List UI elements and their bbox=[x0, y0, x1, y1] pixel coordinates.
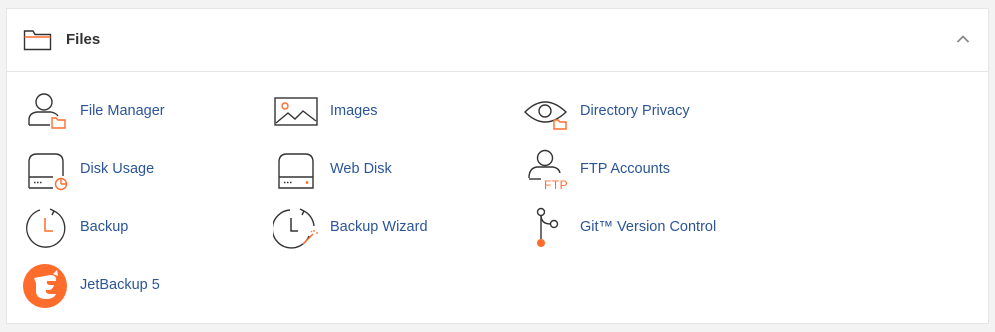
directory-privacy-icon bbox=[524, 101, 568, 130]
backup-wizard-label: Backup Wizard bbox=[330, 219, 428, 235]
file-manager-label: File Manager bbox=[80, 103, 165, 119]
git-version-control-icon bbox=[536, 207, 559, 247]
svg-text:FTP: FTP bbox=[544, 178, 568, 192]
ftp-accounts-icon: FTP bbox=[528, 149, 568, 192]
jetbackup-link[interactable]: JetBackup 5 bbox=[23, 264, 263, 308]
folder-icon bbox=[23, 30, 52, 51]
git-version-control-link[interactable]: Git™ Version Control bbox=[523, 206, 783, 250]
section-title: Files bbox=[66, 31, 101, 48]
images-icon bbox=[274, 97, 318, 126]
directory-privacy-link[interactable]: Directory Privacy bbox=[523, 90, 783, 134]
web-disk-icon bbox=[278, 153, 314, 189]
backup-link[interactable]: Backup bbox=[23, 206, 263, 250]
images-link[interactable]: Images bbox=[273, 90, 513, 134]
ftp-accounts-label: FTP Accounts bbox=[580, 161, 670, 177]
backup-icon bbox=[26, 208, 66, 248]
ftp-accounts-link[interactable]: FTP FTP Accounts bbox=[523, 148, 783, 192]
images-label: Images bbox=[330, 103, 378, 119]
disk-usage-label: Disk Usage bbox=[80, 161, 155, 177]
web-disk-link[interactable]: Web Disk bbox=[273, 148, 513, 192]
disk-usage-icon bbox=[28, 153, 68, 191]
backup-label: Backup bbox=[80, 219, 129, 235]
file-manager-link[interactable]: File Manager bbox=[23, 90, 263, 134]
web-disk-label: Web Disk bbox=[330, 161, 392, 177]
disk-usage-link[interactable]: Disk Usage bbox=[23, 148, 263, 192]
backup-wizard-icon bbox=[273, 208, 318, 249]
backup-wizard-link[interactable]: Backup Wizard bbox=[273, 206, 513, 250]
files-panel: Files File Manager Images Directory Priv… bbox=[6, 8, 989, 324]
git-version-control-label: Git™ Version Control bbox=[580, 219, 717, 235]
jetbackup-label: JetBackup 5 bbox=[80, 277, 160, 293]
files-section-header[interactable]: Files bbox=[7, 9, 988, 72]
file-manager-icon bbox=[28, 93, 66, 129]
chevron-up-icon[interactable] bbox=[956, 34, 970, 44]
jetbackup-icon bbox=[23, 264, 67, 308]
directory-privacy-label: Directory Privacy bbox=[580, 103, 690, 119]
